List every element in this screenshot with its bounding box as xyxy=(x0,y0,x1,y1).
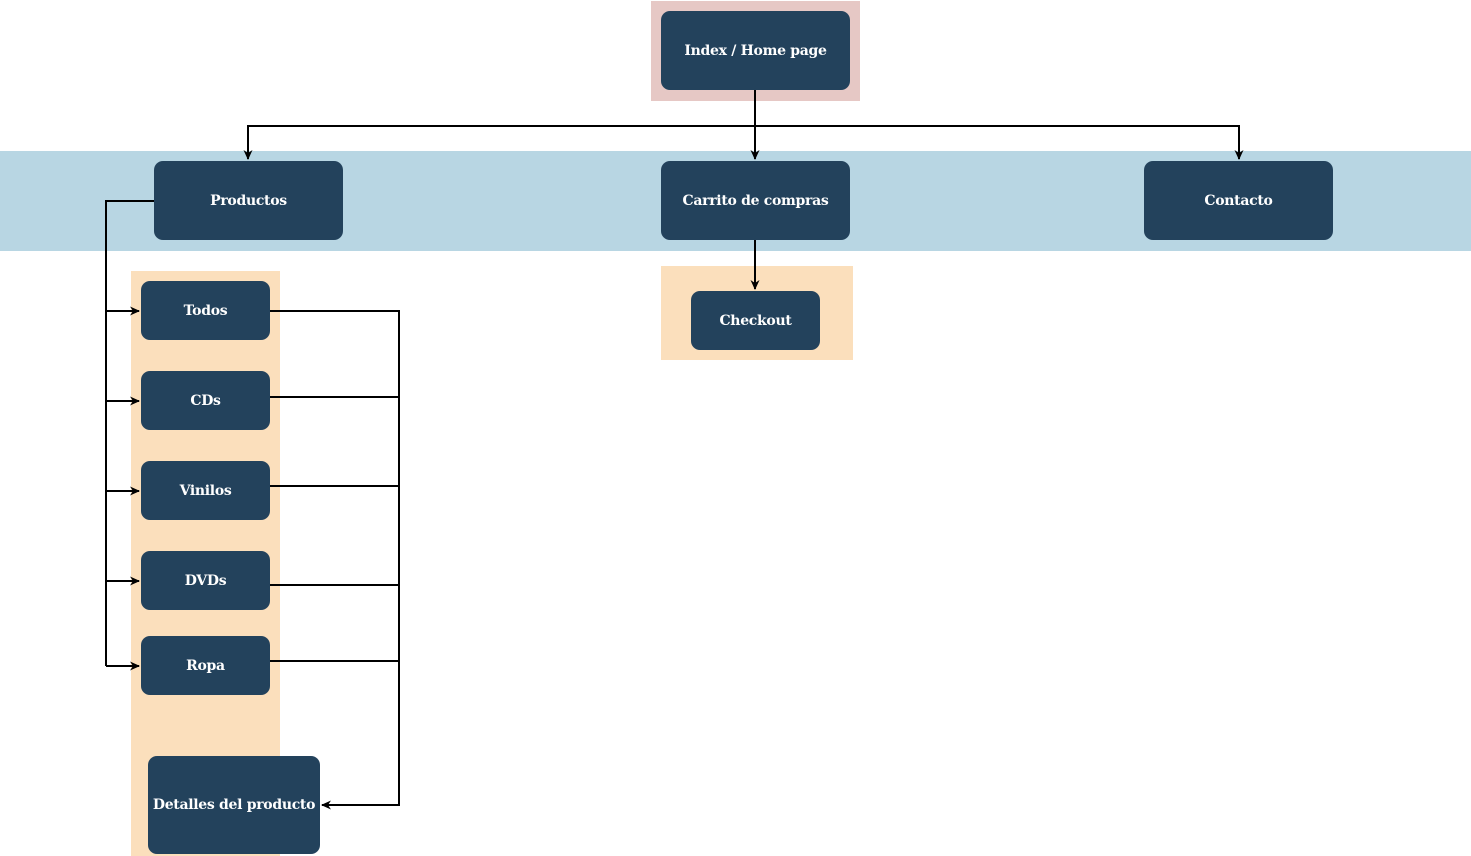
connector-todos-detalles xyxy=(270,310,400,810)
node-ropa: Ropa xyxy=(141,636,270,695)
node-checkout: Checkout xyxy=(691,291,820,350)
connector-home-contacto xyxy=(755,125,1244,160)
node-detalles-del-producto: Detalles del producto xyxy=(148,756,320,854)
node-contacto: Contacto xyxy=(1144,161,1333,240)
connector-home-productos xyxy=(243,125,755,160)
node-dvds: DVDs xyxy=(141,551,270,610)
sitemap-diagram: Index / Home page Productos Carrito de c… xyxy=(0,0,1471,856)
node-carrito-de-compras: Carrito de compras xyxy=(661,161,850,240)
node-productos: Productos xyxy=(154,161,343,240)
node-todos: Todos xyxy=(141,281,270,340)
node-home-page: Index / Home page xyxy=(661,11,850,90)
node-vinilos: Vinilos xyxy=(141,461,270,520)
node-cds: CDs xyxy=(141,371,270,430)
